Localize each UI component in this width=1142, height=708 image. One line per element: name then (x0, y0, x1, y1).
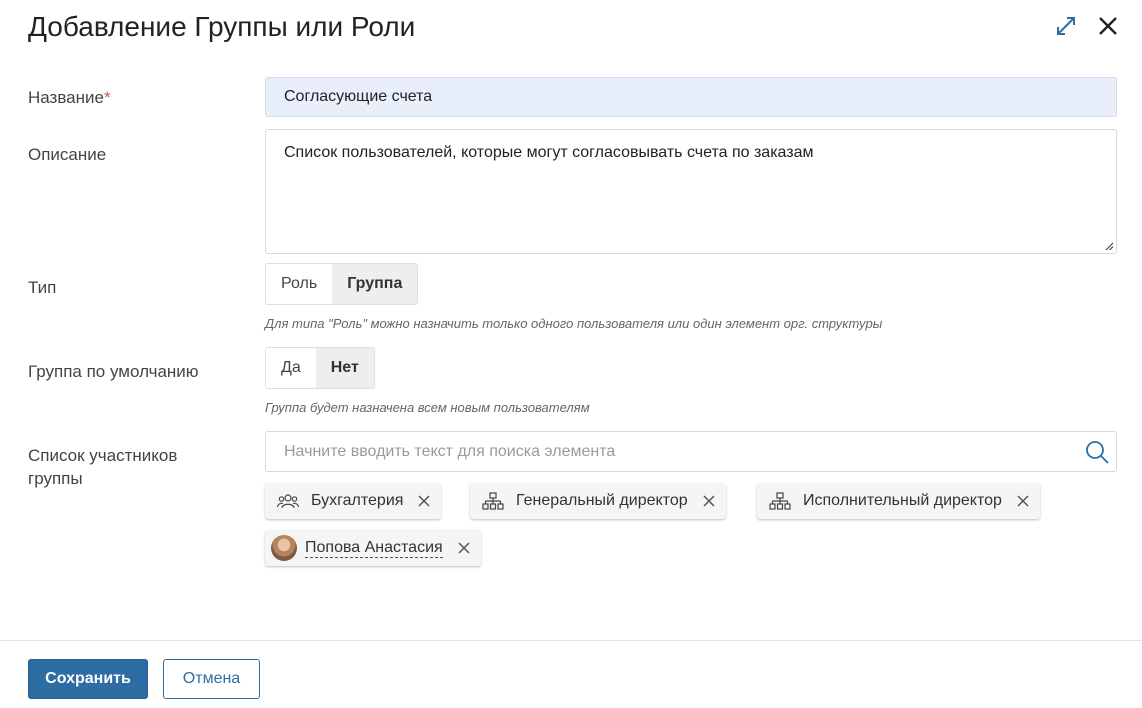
member-search-placeholder: Начните вводить текст для поиска элемент… (284, 443, 616, 460)
header-actions (1052, 12, 1122, 40)
name-input[interactable]: Согласующие счета (265, 77, 1117, 117)
org-structure-icon (769, 490, 791, 512)
name-label: Название* (28, 86, 111, 109)
member-chip-label: Бухгалтерия (311, 492, 404, 509)
member-chip-accounting: Бухгалтерия (265, 483, 442, 519)
group-icon (277, 490, 299, 512)
type-label: Тип (28, 278, 57, 297)
member-search-input[interactable]: Начните вводить текст для поиска элемент… (265, 431, 1117, 472)
dialog-title: Добавление Группы или Роли (28, 11, 416, 42)
name-label-text: Название (28, 88, 104, 107)
org-structure-icon (482, 490, 504, 512)
member-chip-label: Исполнительный директор (803, 492, 1002, 509)
required-mark: * (103, 88, 111, 107)
remove-icon[interactable] (417, 494, 431, 508)
default-option-no[interactable]: Нет (315, 348, 374, 388)
member-chip-user-link[interactable]: Попова Анастасия (305, 539, 443, 558)
type-option-role[interactable]: Роль (266, 264, 333, 304)
default-group-label: Группа по умолчанию (28, 362, 199, 381)
default-group-hint: Группа будет назначена всем новым пользо… (265, 400, 590, 415)
type-option-group[interactable]: Группа (332, 264, 418, 304)
member-chip-executive-director: Исполнительный директор (757, 483, 1040, 519)
member-chip-user: Попова Анастасия (265, 530, 481, 566)
cancel-button[interactable]: Отмена (163, 659, 260, 699)
remove-icon[interactable] (1016, 494, 1030, 508)
save-button[interactable]: Сохранить (28, 659, 148, 699)
members-label: Список участников группы (28, 446, 178, 488)
close-icon[interactable] (1094, 12, 1122, 40)
search-icon[interactable] (1084, 439, 1110, 465)
resize-grip-icon[interactable] (1104, 241, 1114, 251)
remove-icon[interactable] (702, 494, 716, 508)
description-textarea[interactable]: Список пользователей, которые могут согл… (265, 129, 1117, 254)
expand-icon[interactable] (1052, 12, 1080, 40)
type-hint: Для типа "Роль" можно назначить только о… (265, 316, 883, 331)
member-chip-label: Генеральный директор (516, 492, 688, 509)
avatar (271, 535, 297, 561)
remove-icon[interactable] (457, 541, 471, 555)
description-text: Список пользователей, которые могут согл… (284, 144, 814, 161)
description-label: Описание (28, 145, 107, 164)
footer-divider (0, 640, 1142, 641)
default-group-toggle: Да Нет (265, 347, 375, 389)
member-chip-general-director: Генеральный директор (470, 483, 726, 519)
type-toggle: Роль Группа (265, 263, 419, 305)
default-option-yes[interactable]: Да (266, 348, 316, 388)
